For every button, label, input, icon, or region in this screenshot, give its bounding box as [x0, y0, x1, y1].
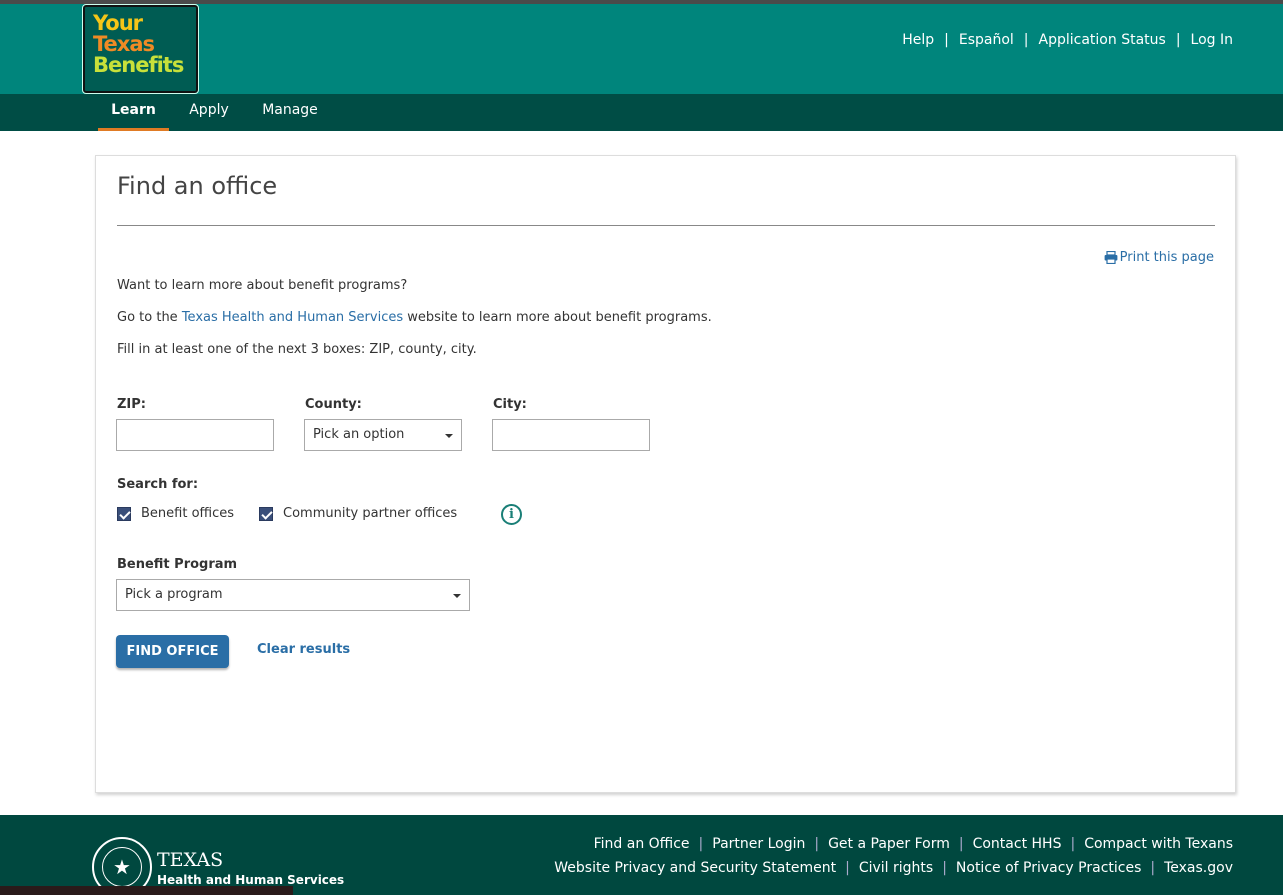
benefit-offices-label: Benefit offices: [141, 506, 235, 521]
benefit-program-label: Benefit Program: [117, 557, 238, 572]
separator: |: [1023, 32, 1029, 48]
tab-learn[interactable]: Learn: [98, 94, 169, 131]
chevron-down-icon: [453, 594, 461, 598]
county-selected-value: Pick an option: [313, 427, 405, 442]
log-in-link[interactable]: Log In: [1191, 32, 1233, 48]
zip-label: ZIP:: [117, 397, 146, 412]
footer-link-contact-hhs[interactable]: Contact HHS: [973, 836, 1062, 852]
clear-results-link[interactable]: Clear results: [257, 642, 350, 657]
intro-text-pre: Go to the: [117, 310, 182, 325]
footer-link-texas-gov[interactable]: Texas.gov: [1164, 860, 1233, 876]
footer-link-privacy-practices[interactable]: Notice of Privacy Practices: [956, 860, 1141, 876]
main-nav: Learn Apply Manage: [0, 94, 1283, 131]
tab-apply[interactable]: Apply: [183, 94, 235, 131]
application-status-link[interactable]: Application Status: [1039, 32, 1166, 48]
site-footer: ★ TEXAS Health and Human Services Find a…: [0, 815, 1283, 895]
county-select[interactable]: Pick an option: [304, 419, 462, 451]
logo-line3: Benefits: [93, 53, 184, 77]
county-label: County:: [305, 397, 362, 412]
separator: |: [958, 836, 964, 852]
footer-org-line1: TEXAS: [157, 849, 224, 871]
find-office-button[interactable]: FIND OFFICE: [116, 635, 229, 668]
separator: |: [1070, 836, 1076, 852]
footer-link-privacy-statement[interactable]: Website Privacy and Security Statement: [554, 860, 836, 876]
footer-link-partner-login[interactable]: Partner Login: [712, 836, 805, 852]
tab-manage[interactable]: Manage: [256, 94, 324, 131]
separator: |: [698, 836, 704, 852]
espanol-link[interactable]: Español: [959, 32, 1014, 48]
intro-text-post: website to learn more about benefit prog…: [403, 310, 712, 325]
bottom-dark-bar: [0, 886, 293, 895]
site-logo[interactable]: Your Texas Benefits: [82, 4, 199, 94]
top-links: Help | Español | Application Status | Lo…: [902, 32, 1233, 48]
page-title: Find an office: [117, 172, 278, 200]
community-partner-checkbox[interactable]: Community partner offices: [259, 506, 457, 521]
separator: |: [845, 860, 850, 876]
star-icon: ★: [102, 847, 142, 887]
checkbox-checked[interactable]: [117, 506, 131, 521]
title-divider: [117, 225, 1215, 226]
hhs-link[interactable]: Texas Health and Human Services: [182, 310, 403, 325]
intro-question: Want to learn more about benefit program…: [117, 278, 408, 293]
info-icon[interactable]: i: [501, 504, 522, 525]
fill-instructions: Fill in at least one of the next 3 boxes…: [117, 342, 477, 357]
separator: |: [942, 860, 947, 876]
print-link[interactable]: Print this page: [1104, 250, 1214, 265]
intro-hhs-paragraph: Go to the Texas Health and Human Service…: [117, 310, 712, 325]
find-office-card: Find an office Print this page Want to l…: [95, 155, 1236, 793]
logo-line2: Texas: [93, 32, 155, 56]
footer-links-row2: Website Privacy and Security Statement |…: [554, 860, 1233, 876]
separator: |: [944, 32, 949, 48]
footer-link-civil-rights[interactable]: Civil rights: [859, 860, 933, 876]
separator: |: [814, 836, 820, 852]
community-partner-label: Community partner offices: [283, 506, 458, 521]
logo-line1: Your: [93, 11, 143, 35]
printer-icon: [1104, 251, 1118, 264]
chevron-down-icon: [445, 434, 453, 438]
footer-link-compact[interactable]: Compact with Texans: [1084, 836, 1233, 852]
benefit-offices-checkbox[interactable]: Benefit offices: [117, 506, 234, 521]
zip-input[interactable]: [116, 419, 274, 451]
separator: |: [1175, 32, 1181, 48]
footer-org-line2: Health and Human Services: [157, 873, 345, 887]
city-input[interactable]: [492, 419, 650, 451]
search-for-label: Search for:: [117, 477, 199, 492]
print-label: Print this page: [1119, 250, 1214, 265]
footer-links-row1: Find an Office | Partner Login | Get a P…: [594, 836, 1233, 852]
separator: |: [1150, 860, 1156, 876]
checkbox-checked[interactable]: [259, 506, 273, 521]
benefit-program-select[interactable]: Pick a program: [116, 579, 470, 611]
program-selected-value: Pick a program: [125, 587, 223, 602]
footer-link-find-office[interactable]: Find an Office: [594, 836, 690, 852]
site-header: Your Texas Benefits Help | Español | App…: [0, 4, 1283, 94]
help-link[interactable]: Help: [902, 32, 934, 48]
footer-link-paper-form[interactable]: Get a Paper Form: [828, 836, 950, 852]
city-label: City:: [493, 397, 527, 412]
